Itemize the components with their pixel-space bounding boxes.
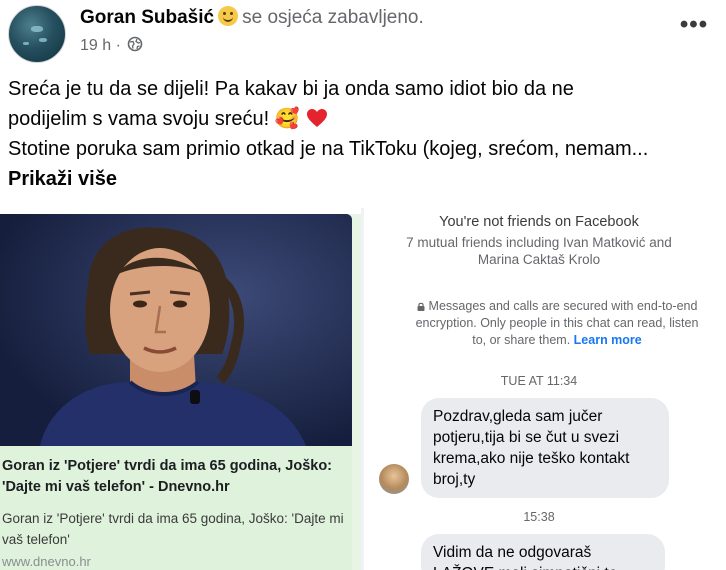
mutual-friends-text: 7 mutual friends including Ivan Matković… [406, 235, 672, 267]
author-name[interactable]: Goran Subašić [80, 7, 214, 28]
message-bubble[interactable]: Vidim da ne odgovaraš LAŽOVE mali simpat… [421, 534, 665, 570]
post-text-line: Sreća je tu da se dijeli! Pa kakav bi ja… [8, 78, 574, 100]
post-time[interactable]: 19 h [80, 37, 111, 54]
link-info-panel[interactable]: Goran iz 'Potjere' tvrdi da ima 65 godin… [0, 446, 352, 570]
sender-avatar[interactable] [379, 464, 409, 494]
learn-more-link[interactable]: Learn more [574, 333, 642, 347]
meta-separator: · [115, 37, 121, 54]
post-header: Goran Subašić se osjeća zabavljeno. 19 h … [0, 0, 726, 66]
man-portrait-image [0, 214, 352, 446]
author-line: Goran Subašić se osjeća zabavljeno. [80, 6, 424, 29]
message-timestamp: 15:38 [523, 510, 555, 524]
more-options-icon[interactable]: ••• [674, 13, 714, 44]
encryption-notice: Messages and calls are secured with end-… [412, 298, 702, 349]
message-timestamp: TUE AT 11:34 [500, 374, 578, 388]
link-preview-card[interactable]: Goran iz 'Potjere' tvrdi da ima 65 godin… [0, 214, 361, 570]
post-text-line: podijelim s vama svoju sreću! 🥰 [8, 108, 300, 130]
globe-icon[interactable] [127, 36, 143, 52]
author-avatar[interactable] [8, 5, 66, 63]
post-body: Sreća je tu da se dijeli! Pa kakav bi ja… [8, 74, 720, 194]
see-more-link[interactable]: Prikaži više [8, 168, 117, 190]
link-description: Goran iz 'Potjere' tvrdi da ima 65 godin… [2, 511, 344, 547]
post-text-line-with-emoji: podijelim s vama svoju sreću! 🥰 [8, 104, 720, 134]
messenger-screenshot[interactable]: You're not friends on Facebook 7 mutual … [361, 208, 726, 570]
red-heart-emoji-icon [306, 109, 327, 127]
lock-icon [417, 302, 425, 311]
message-bubble[interactable]: Pozdrav,gleda sam jučer potjeru,tija bi … [421, 398, 669, 498]
post-meta: 19 h · [80, 36, 143, 55]
post-text-line: Stotine poruka sam primio otkad je na Ti… [8, 138, 649, 160]
link-title[interactable]: Goran iz 'Potjere' tvrdi da ima 65 godin… [2, 456, 344, 498]
encryption-text: Messages and calls are secured with end-… [415, 299, 699, 347]
not-friends-notice: You're not friends on Facebook [439, 214, 639, 230]
feeling-text: se osjeća zabavljeno. [242, 7, 424, 28]
article-photo[interactable] [0, 214, 352, 446]
smile-emoji-icon [218, 6, 239, 26]
link-domain: www.dnevno.hr [2, 554, 91, 569]
